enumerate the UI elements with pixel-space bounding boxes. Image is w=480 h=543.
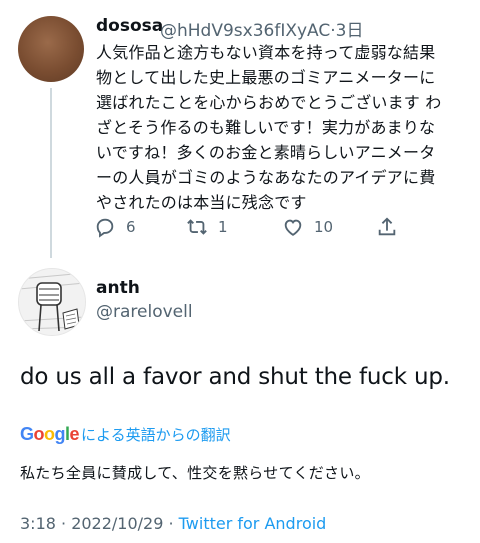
reply-button[interactable]: 6 (94, 216, 136, 238)
like-button[interactable]: 10 (282, 216, 333, 238)
google-logo: Google (20, 424, 80, 444)
translation-attribution[interactable]: Google による英語からの翻訳 (20, 424, 231, 445)
tweet-avatar[interactable] (18, 268, 86, 336)
retweet-button[interactable]: 1 (186, 216, 228, 238)
retweet-count: 1 (218, 218, 228, 236)
translated-text: 私たち全員に賛成して、性交を黙らせてください。 (20, 464, 370, 482)
tweet-text: do us all a favor and shut the fuck up. (20, 364, 450, 390)
tweet-client-link[interactable]: Twitter for Android (179, 514, 327, 533)
reply-display-name[interactable]: dososa (96, 16, 163, 36)
reply-avatar[interactable] (18, 16, 84, 82)
tweet-metadata: 3:18 · 2022/10/29 · Twitter for Android (20, 514, 326, 533)
reply-text: 人気作品と途方もない資本を持って虚弱な結果 物として出した史上最悪のゴミアニメー… (96, 43, 442, 212)
reply-count: 6 (126, 218, 136, 236)
thread-connector-line (50, 88, 52, 258)
like-count: 10 (314, 218, 334, 236)
fist-artwork-avatar-image (19, 269, 85, 335)
tweet-display-name[interactable]: anth (96, 278, 140, 298)
translation-source-label[interactable]: による英語からの翻訳 (81, 424, 231, 445)
retweet-icon (187, 219, 207, 235)
reply-age[interactable]: 3日 (336, 21, 364, 41)
reply-handle[interactable]: @hHdV9sx36fIXyAC (160, 21, 330, 41)
share-button[interactable] (376, 216, 398, 238)
tweet-timestamp[interactable]: 3:18 · 2022/10/29 · (20, 514, 179, 533)
reply-icon (96, 218, 114, 238)
tweet-handle[interactable]: @rarelovell (96, 302, 193, 322)
reply-handle-and-age[interactable]: @hHdV9sx36fIXyAC·3日 (160, 16, 363, 41)
heart-icon (284, 219, 302, 236)
share-icon (378, 217, 396, 236)
